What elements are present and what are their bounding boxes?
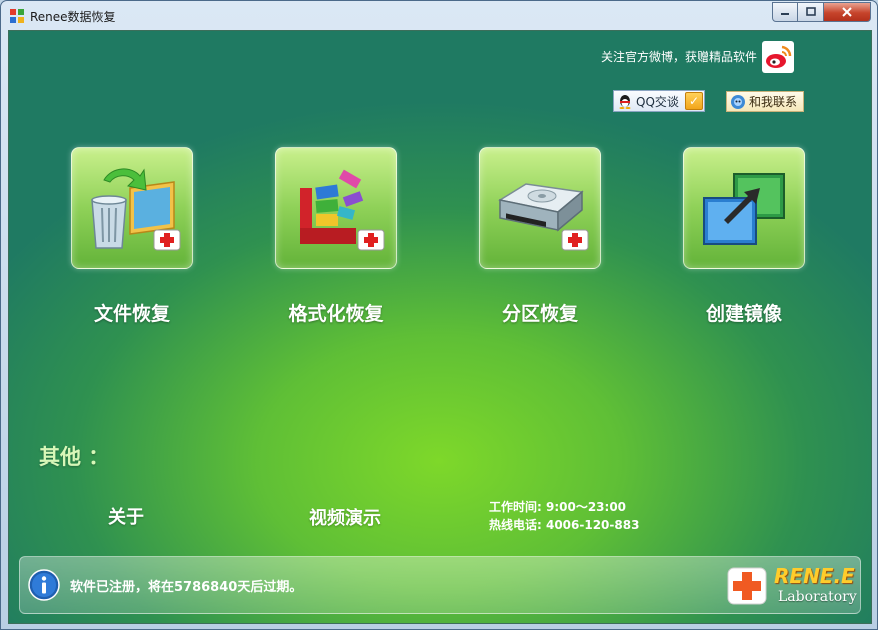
create-image-tile[interactable] bbox=[683, 147, 805, 269]
chat-bubble-icon bbox=[731, 94, 745, 109]
video-demo-link[interactable]: 视频演示 bbox=[309, 504, 381, 530]
format-recovery-icon bbox=[300, 169, 385, 251]
title-bar[interactable]: Renee数据恢复 bbox=[1, 1, 877, 31]
main-panel: 关注官方微博，获赠精品软件 QQ交谈 ✓ 和我联系 文件恢复 格式化恢复 分区恢… bbox=[8, 30, 872, 624]
logo-wordmark: RENE.E bbox=[774, 564, 855, 588]
close-button[interactable] bbox=[824, 2, 871, 22]
maximize-button[interactable] bbox=[798, 2, 824, 22]
minimize-button[interactable] bbox=[772, 2, 798, 22]
close-icon bbox=[842, 7, 852, 17]
partition-recovery-tile[interactable] bbox=[479, 147, 601, 269]
create-image-icon bbox=[703, 173, 785, 245]
work-hours-text: 工作时间: 9:00～23:00 bbox=[489, 500, 627, 514]
format-recovery-label[interactable]: 格式化恢复 bbox=[246, 299, 426, 326]
app-icon bbox=[10, 9, 24, 23]
qq-penguin-icon bbox=[619, 95, 631, 109]
renee-logo: RENE.E Laboratory bbox=[726, 561, 858, 611]
contact-us-button[interactable]: 和我联系 bbox=[726, 91, 804, 112]
partition-recovery-label[interactable]: 分区恢复 bbox=[450, 299, 630, 326]
others-heading: 其他 ： bbox=[39, 445, 110, 469]
app-window: Renee数据恢复 关注官方微博，获赠精品软件 QQ交谈 ✓ 和我联系 文件恢复… bbox=[0, 0, 878, 630]
qq-chat-button[interactable]: QQ交谈 ✓ bbox=[613, 90, 705, 112]
window-controls bbox=[772, 2, 871, 22]
file-recovery-tile[interactable] bbox=[71, 147, 193, 269]
renee-logo-icon bbox=[727, 567, 767, 605]
file-recovery-label[interactable]: 文件恢复 bbox=[42, 299, 222, 326]
weibo-icon[interactable] bbox=[762, 41, 794, 73]
check-icon: ✓ bbox=[685, 92, 703, 110]
format-recovery-tile[interactable] bbox=[275, 147, 397, 269]
logo-subtitle: Laboratory bbox=[778, 589, 857, 605]
file-recovery-icon bbox=[91, 168, 181, 251]
contact-us-label: 和我联系 bbox=[749, 95, 798, 109]
qq-chat-label: QQ交谈 bbox=[636, 94, 679, 109]
status-bar: 软件已注册，将在5786840天后过期。 RENE.E Laboratory bbox=[19, 556, 861, 614]
create-image-label[interactable]: 创建镜像 bbox=[654, 299, 834, 326]
hotline-text: 热线电话: 4006-120-883 bbox=[489, 518, 640, 532]
minimize-icon bbox=[781, 13, 789, 15]
support-info: 工作时间: 9:00～23:00 热线电话: 4006-120-883 bbox=[489, 498, 639, 534]
maximize-icon bbox=[805, 7, 816, 16]
about-link[interactable]: 关于 bbox=[108, 503, 144, 529]
partition-recovery-icon bbox=[497, 183, 589, 251]
info-icon bbox=[28, 569, 60, 601]
weibo-promo-text: 关注官方微博，获赠精品软件 bbox=[601, 50, 758, 64]
registration-status-text: 软件已注册，将在5786840天后过期。 bbox=[70, 580, 303, 595]
window-title: Renee数据恢复 bbox=[30, 10, 116, 24]
